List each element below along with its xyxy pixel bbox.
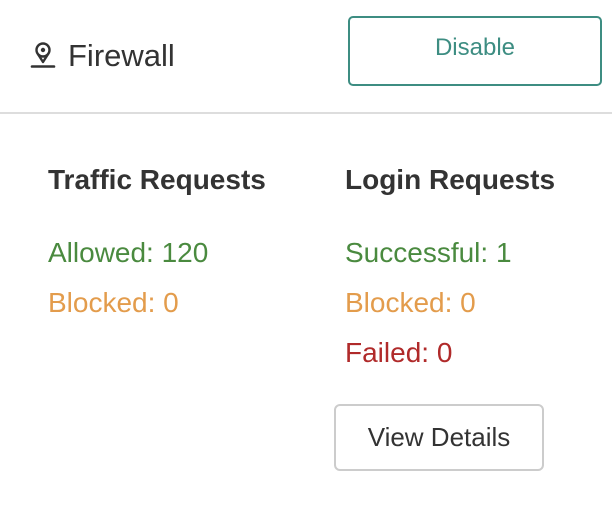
- traffic-requests-section: Traffic Requests Allowed: 120 Blocked: 0: [48, 158, 266, 328]
- traffic-allowed-count: Allowed: 120: [48, 237, 209, 268]
- firewall-header: Firewall Disable: [0, 0, 612, 114]
- traffic-blocked-count: Blocked: 0: [48, 287, 179, 318]
- page-title: Firewall: [68, 38, 175, 73]
- disable-button[interactable]: Disable: [348, 16, 602, 86]
- login-blocked-count: Blocked: 0: [345, 287, 476, 318]
- login-successful-count: Successful: 1: [345, 237, 512, 268]
- login-failed-count: Failed: 0: [345, 337, 453, 368]
- login-requests-section: Login Requests Successful: 1 Blocked: 0 …: [345, 158, 555, 378]
- traffic-requests-title: Traffic Requests: [48, 164, 266, 195]
- firewall-icon: [30, 42, 56, 70]
- login-requests-title: Login Requests: [345, 164, 556, 195]
- view-details-button[interactable]: View Details: [334, 404, 544, 471]
